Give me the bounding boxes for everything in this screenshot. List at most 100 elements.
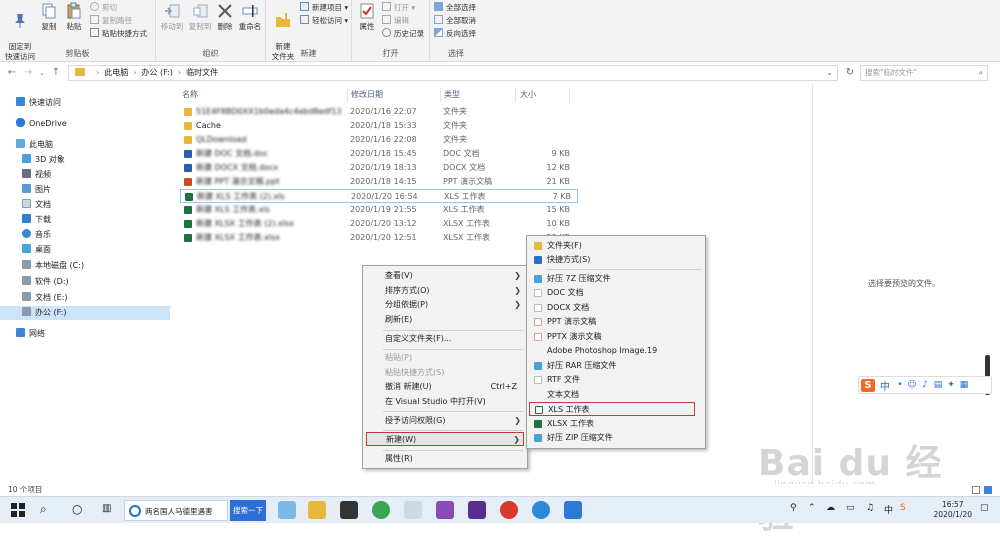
copy-to-button[interactable]: 复制到 bbox=[186, 2, 214, 32]
skin-icon[interactable]: ✦ bbox=[946, 380, 956, 391]
volume-icon[interactable]: ♫ bbox=[866, 503, 874, 523]
clock[interactable]: 16:57 2020/1/20 bbox=[934, 500, 972, 520]
submenu-new-xls[interactable]: XLS 工作表 bbox=[529, 402, 695, 416]
nav-network[interactable]: 网络 bbox=[16, 327, 45, 341]
file-row[interactable]: 新建 DOCX 文档.docx 2020/1/19 18:13 DOCX 文档 12 … bbox=[180, 161, 578, 175]
menu-view[interactable]: 查看(V) ❯ bbox=[363, 269, 527, 283]
nav-3d-objects[interactable]: 3D 对象 bbox=[22, 153, 65, 167]
breadcrumb-temp-folder[interactable]: 临时文件 bbox=[186, 68, 218, 77]
nav-music[interactable]: 音乐 bbox=[22, 228, 51, 242]
search-icon[interactable]: ⌕ bbox=[40, 502, 47, 522]
nav-downloads[interactable]: 下载 bbox=[22, 213, 51, 227]
up-arrow-icon[interactable]: ↑ bbox=[50, 66, 62, 80]
people-icon[interactable]: ⚲ bbox=[790, 503, 797, 523]
submenu-new-rar[interactable]: 好压 RAR 压缩文件 bbox=[527, 359, 705, 373]
chevron-up-icon[interactable]: ⌃ bbox=[808, 503, 816, 523]
ime-tray-icon[interactable]: 中 bbox=[884, 503, 893, 523]
edit-button[interactable]: 编辑 bbox=[382, 15, 409, 27]
submenu-new-xlsx[interactable]: XLSX 工作表 bbox=[527, 417, 705, 431]
submenu-new-pptx[interactable]: PPTX 演示文稿 bbox=[527, 330, 705, 344]
column-header-name[interactable]: 名称 bbox=[182, 88, 348, 102]
visual-studio-blue-icon[interactable] bbox=[468, 501, 486, 521]
file-row[interactable]: 51E4F8BD0XX1b0eda4c4ebd8edf13 2020/1/16 2… bbox=[180, 105, 578, 119]
ie-browser-icon[interactable] bbox=[372, 501, 390, 521]
large-icons-view-icon[interactable] bbox=[984, 486, 992, 494]
emoji-icon[interactable]: ☺ bbox=[907, 380, 917, 391]
paste-shortcut-button[interactable]: 粘贴快捷方式 bbox=[90, 28, 147, 40]
recent-chevron-icon[interactable]: ⌄ bbox=[36, 66, 48, 80]
nav-drive-d[interactable]: 软件 (D:) bbox=[22, 275, 69, 289]
submenu-new-photoshop[interactable]: Adobe Photoshop Image.19 bbox=[527, 344, 705, 358]
file-explorer-icon[interactable] bbox=[308, 501, 326, 521]
menu-open-in-visual-studio[interactable]: 在 Visual Studio 中打开(V) bbox=[363, 395, 527, 409]
move-to-button[interactable]: 移动到 bbox=[158, 2, 186, 32]
submenu-new-shortcut[interactable]: 快捷方式(S) bbox=[527, 253, 705, 267]
nav-desktop[interactable]: 桌面 bbox=[22, 243, 51, 257]
menu-properties[interactable]: 属性(R) bbox=[363, 452, 527, 466]
task-view-icon[interactable]: ▥ bbox=[102, 503, 111, 523]
app-icon[interactable] bbox=[404, 501, 422, 521]
select-all-button[interactable]: 全部选择 bbox=[434, 2, 476, 14]
network-tray-icon[interactable]: ▭ bbox=[846, 503, 855, 523]
address-bar[interactable]: › 此电脑 › 办公 (F:) › 临时文件 ⌄ bbox=[68, 65, 838, 81]
copy-path-button[interactable]: 复制路径 bbox=[90, 15, 132, 27]
search-input[interactable]: 搜索"临时文件" ⌕ bbox=[860, 65, 988, 81]
menu-refresh[interactable]: 刷新(E) bbox=[363, 313, 527, 327]
submenu-new-folder[interactable]: 文件夹(F) bbox=[527, 239, 705, 253]
delete-button[interactable]: 删除 bbox=[214, 2, 236, 32]
menu-sort-by[interactable]: 排序方式(O) ❯ bbox=[363, 284, 527, 298]
easy-access-button[interactable]: 轻松访问 ▾ bbox=[300, 15, 348, 27]
keyboard-icon[interactable]: ▤ bbox=[933, 380, 943, 391]
nav-videos[interactable]: 视频 bbox=[22, 168, 51, 182]
nav-drive-f[interactable]: 办公 (F:) bbox=[0, 306, 170, 320]
invert-selection-button[interactable]: 反向选择 bbox=[434, 28, 476, 40]
details-view-icon[interactable] bbox=[972, 486, 980, 494]
nav-this-pc[interactable]: 此电脑 bbox=[16, 138, 53, 152]
refresh-icon[interactable]: ↻ bbox=[843, 66, 857, 80]
breadcrumb-this-pc[interactable]: 此电脑 bbox=[104, 68, 128, 77]
toolbox-icon[interactable]: ▦ bbox=[959, 380, 969, 391]
menu-undo-new[interactable]: 撤消 新建(U) Ctrl+Z bbox=[363, 380, 527, 394]
forward-arrow-icon[interactable]: → bbox=[22, 66, 34, 80]
nav-documents[interactable]: 文档 bbox=[22, 198, 51, 212]
punctuation-icon[interactable]: • bbox=[895, 380, 905, 391]
mail-icon[interactable] bbox=[564, 501, 582, 521]
file-row[interactable]: 新建 DOC 文档.doc 2020/1/18 15:45 DOC 文档 9 KB bbox=[180, 147, 578, 161]
cloud-tray-icon[interactable]: ☁ bbox=[826, 503, 835, 523]
menu-paste[interactable]: 粘贴(P) bbox=[363, 351, 527, 365]
file-row-focused[interactable]: 新建 XLS 工作表 (2).xls 2020/1/20 16:54 XLS 工作表… bbox=[180, 189, 578, 203]
cortana-circle-icon[interactable]: ○ bbox=[72, 502, 82, 522]
breadcrumb-drive-f[interactable]: 办公 (F:) bbox=[141, 68, 172, 77]
submenu-new-docx[interactable]: DOCX 文档 bbox=[527, 301, 705, 315]
visual-studio-icon[interactable] bbox=[436, 501, 454, 521]
notification-icon[interactable]: ▢ bbox=[980, 503, 989, 523]
file-row[interactable]: 新建 XLSX 工作表 (2).xlsx 2020/1/20 13:12 XLSX … bbox=[180, 217, 578, 231]
menu-new[interactable]: 新建(W) ❯ bbox=[366, 432, 524, 446]
nav-onedrive[interactable]: OneDrive bbox=[16, 117, 67, 131]
taskbar-app-icon[interactable] bbox=[278, 501, 296, 521]
file-row[interactable]: 新建 XLS 工作表.xls 2020/1/19 21:55 XLS 工作表 15 K… bbox=[180, 203, 578, 217]
submenu-new-text[interactable]: 文本文档 bbox=[527, 388, 705, 402]
menu-group-by[interactable]: 分组依据(P) ❯ bbox=[363, 298, 527, 312]
ime-mode[interactable]: 中 bbox=[880, 378, 890, 393]
submenu-new-7z[interactable]: 好压 7Z 压缩文件 bbox=[527, 272, 705, 286]
menu-paste-shortcut[interactable]: 粘贴快捷方式(S) bbox=[363, 366, 527, 380]
browser-circle-icon[interactable] bbox=[532, 501, 550, 521]
nav-drive-c[interactable]: 本地磁盘 (C:) bbox=[22, 259, 84, 273]
open-button[interactable]: 打开 ▾ bbox=[382, 2, 415, 14]
address-dropdown-icon[interactable]: ⌄ bbox=[826, 66, 833, 80]
nav-drive-e[interactable]: 文档 (E:) bbox=[22, 291, 68, 305]
rename-button[interactable]: 重命名 bbox=[236, 2, 264, 32]
copy-button[interactable]: 复制 bbox=[38, 2, 60, 32]
store-icon[interactable] bbox=[340, 501, 358, 521]
file-row[interactable]: 新建 PPT 演示文稿.ppt 2020/1/18 14:15 PPT 演示文稿 21… bbox=[180, 175, 578, 189]
new-item-button[interactable]: 新建项目 ▾ bbox=[300, 2, 348, 14]
taskbar-search-button[interactable]: 搜索一下 bbox=[230, 500, 266, 521]
submenu-new-zip[interactable]: 好压 ZIP 压缩文件 bbox=[527, 431, 705, 445]
column-header-type[interactable]: 类型 bbox=[444, 88, 516, 102]
submenu-new-ppt[interactable]: PPT 演示文稿 bbox=[527, 315, 705, 329]
cut-button[interactable]: 剪切 bbox=[90, 2, 117, 14]
ime-toolbar[interactable]: S 中 • ☺ ♪ ▤ ✦ ▦ bbox=[858, 376, 992, 394]
microphone-icon[interactable]: ♪ bbox=[920, 380, 930, 391]
properties-button[interactable]: 属性 bbox=[354, 2, 380, 32]
